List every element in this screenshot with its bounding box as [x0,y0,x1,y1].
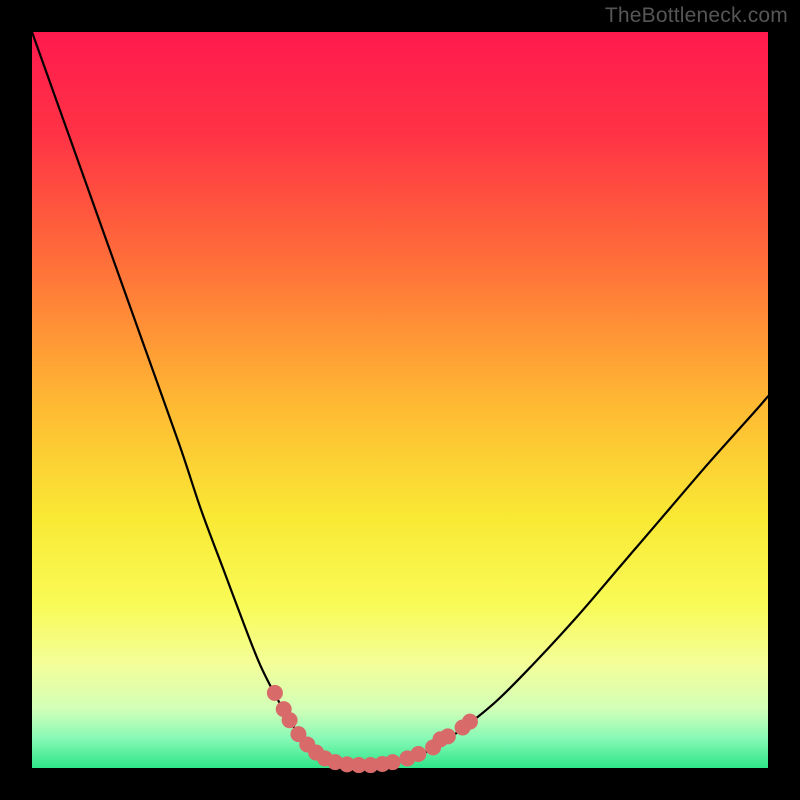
highlight-point [267,685,283,701]
highlight-point [385,754,401,770]
curve-layer [32,32,768,768]
highlight-point [410,746,426,762]
bottleneck-curve [32,32,768,765]
highlight-point [440,728,456,744]
highlight-point [462,714,478,730]
watermark-text: TheBottleneck.com [605,4,788,28]
highlight-point [282,712,298,728]
chart-container: TheBottleneck.com [0,0,800,800]
highlight-points [267,685,478,773]
plot-area [32,32,768,768]
